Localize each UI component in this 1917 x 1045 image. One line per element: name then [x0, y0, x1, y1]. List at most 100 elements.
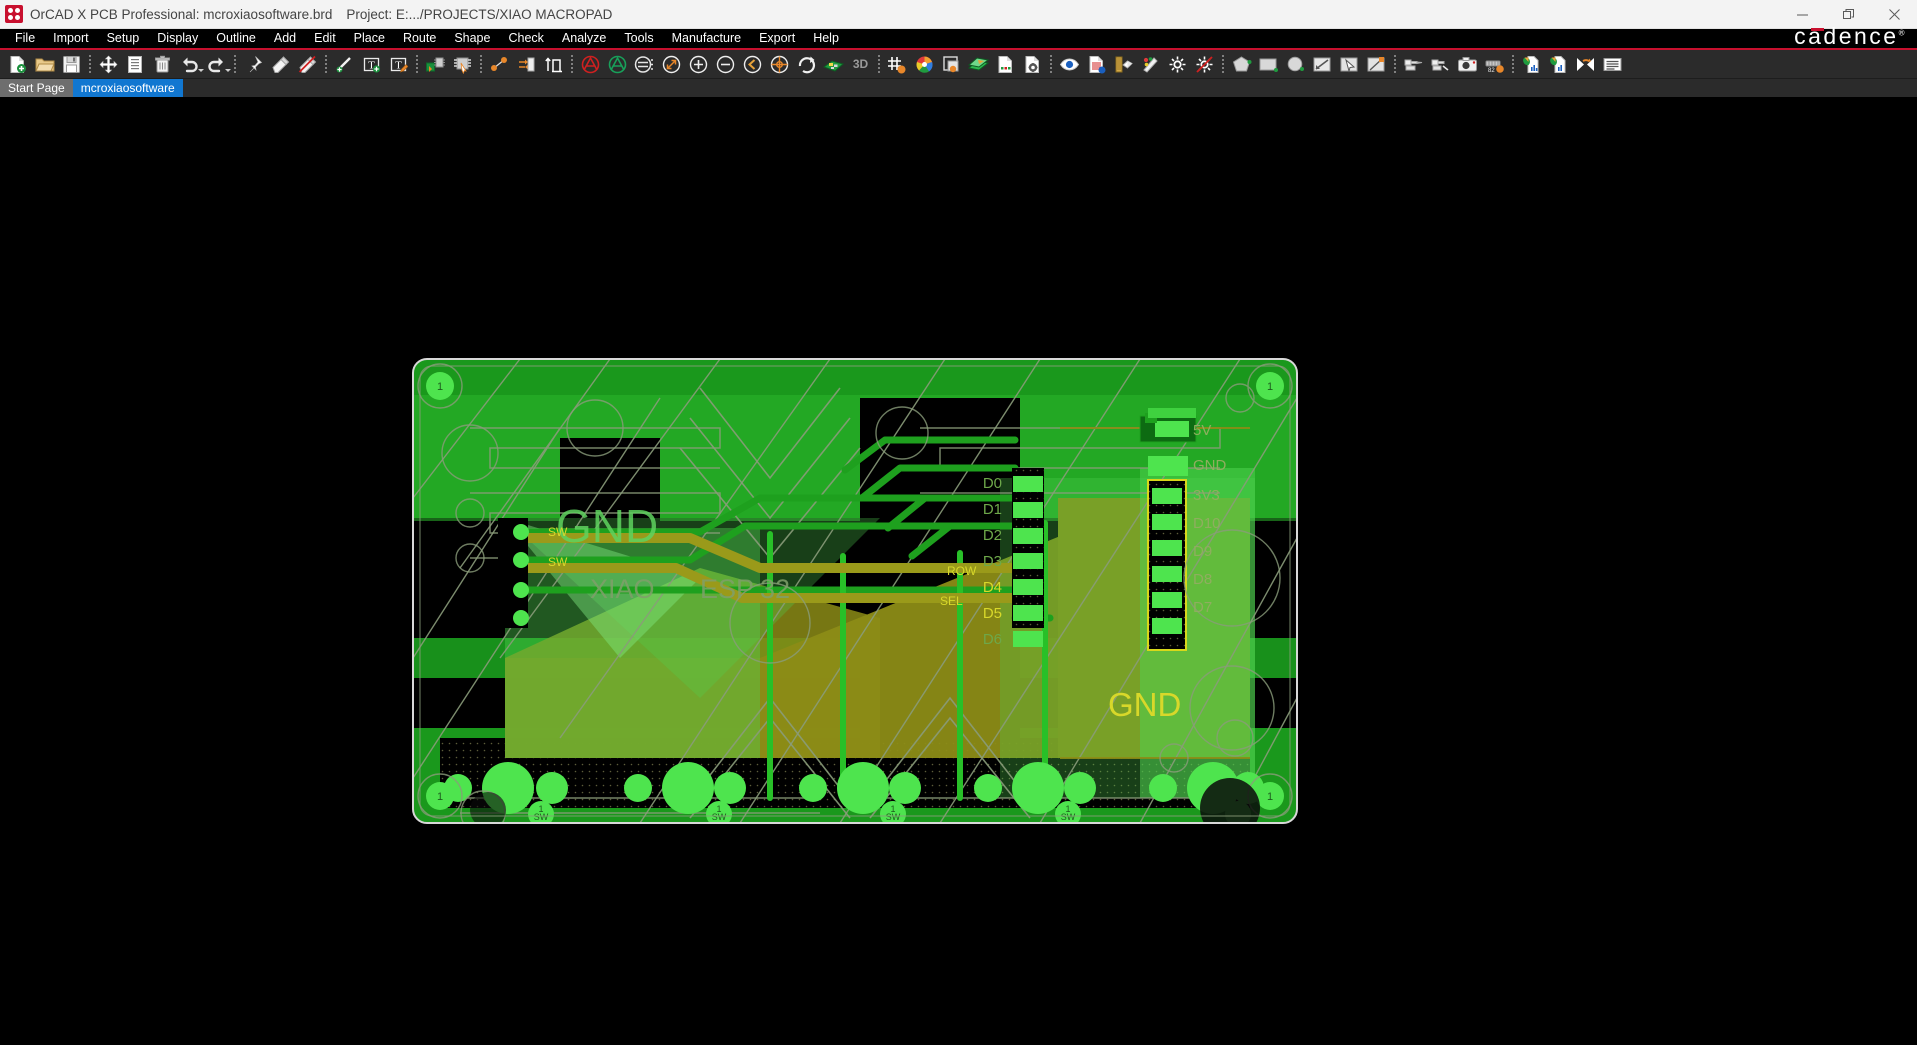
move-icon[interactable] [96, 52, 121, 77]
refresh-icon[interactable] [794, 52, 819, 77]
zoom-previous-icon[interactable] [740, 52, 765, 77]
dimension-icon[interactable] [659, 52, 684, 77]
toolbar-separator [1222, 54, 1224, 74]
shape-circle-icon[interactable] [1283, 52, 1308, 77]
menu-display[interactable]: Display [148, 29, 207, 48]
svg-text:1: 1 [1267, 791, 1273, 803]
board-3d-icon[interactable] [821, 52, 846, 77]
title-bar: OrCAD X PCB Professional: mcroxiaosoftwa… [0, 0, 1917, 29]
undo-icon[interactable] [177, 52, 204, 77]
dehighlight-icon[interactable] [1192, 52, 1217, 77]
open-folder-icon[interactable] [32, 52, 57, 77]
main-toolbar: T T 3D 82 [0, 50, 1917, 79]
swap-export-icon[interactable] [1573, 52, 1598, 77]
cadence-wordmark: cadence [1794, 23, 1899, 49]
menu-setup[interactable]: Setup [98, 29, 149, 48]
menu-outline[interactable]: Outline [207, 29, 265, 48]
nc-drill-icon[interactable] [1428, 52, 1453, 77]
menu-manufacture[interactable]: Manufacture [663, 29, 750, 48]
zoom-in-icon[interactable] [686, 52, 711, 77]
redo-icon[interactable] [204, 52, 231, 77]
highlight-icon[interactable] [1165, 52, 1190, 77]
tab-start-page[interactable]: Start Page [0, 79, 73, 97]
drill-legend-icon[interactable] [1401, 52, 1426, 77]
menu-shape[interactable]: Shape [445, 29, 499, 48]
grid-toggle-icon[interactable] [885, 52, 910, 77]
toolbar-separator [1050, 54, 1052, 74]
eraser-slash-icon[interactable] [295, 52, 320, 77]
menu-tools[interactable]: Tools [615, 29, 662, 48]
menu-file[interactable]: File [6, 29, 44, 48]
artwork-icon[interactable]: 82 [1482, 52, 1507, 77]
swap-pins-icon[interactable] [514, 52, 539, 77]
svg-text:SW: SW [534, 812, 549, 822]
place-component-icon[interactable] [423, 52, 448, 77]
show-element-icon[interactable] [1057, 52, 1082, 77]
add-line-icon[interactable] [332, 52, 357, 77]
ratsnest-on-icon[interactable] [605, 52, 630, 77]
menu-place[interactable]: Place [345, 29, 394, 48]
properties-icon[interactable] [1020, 52, 1045, 77]
subclass-icon[interactable] [966, 52, 991, 77]
edit-text-icon[interactable]: T [386, 52, 411, 77]
pcb-design-canvas[interactable]: 1 SW 2 GND 1 SW 2 GND 1 SW 2 GND 1 SW 2 GND [0, 98, 1917, 1045]
save-icon[interactable] [59, 52, 84, 77]
pin-label-d9: D9 [1193, 543, 1212, 560]
chart-report-icon[interactable] [1519, 52, 1544, 77]
report-icon[interactable] [993, 52, 1018, 77]
list-view-icon[interactable] [1600, 52, 1625, 77]
shape-rectangle-icon[interactable] [1256, 52, 1281, 77]
menu-route[interactable]: Route [394, 29, 445, 48]
menu-edit[interactable]: Edit [305, 29, 345, 48]
layer-select-icon[interactable] [939, 52, 964, 77]
quickplace-icon[interactable] [450, 52, 475, 77]
copy-icon[interactable] [123, 52, 148, 77]
color-wheel-icon[interactable] [912, 52, 937, 77]
svg-text:GND: GND [647, 833, 668, 843]
pin-icon[interactable] [241, 52, 266, 77]
color-palette-icon[interactable] [1138, 52, 1163, 77]
delete-trash-icon[interactable] [150, 52, 175, 77]
label-3d-text: 3D [852, 57, 869, 71]
select-rect-icon[interactable] [1337, 52, 1362, 77]
svg-text:2: 2 [478, 825, 483, 835]
menu-export[interactable]: Export [750, 29, 804, 48]
shape-path-icon[interactable] [1310, 52, 1335, 77]
silk-refdes-esp: ESP [700, 574, 754, 604]
net-schedule-icon[interactable] [487, 52, 512, 77]
measure-icon[interactable] [632, 52, 657, 77]
menu-analyze[interactable]: Analyze [553, 29, 615, 48]
cross-probe-icon[interactable] [1111, 52, 1136, 77]
orcad-app-icon [5, 5, 23, 23]
screenshot-icon[interactable] [1455, 52, 1480, 77]
pin-label-d2: D2 [983, 527, 1002, 544]
chart-export-icon[interactable] [1546, 52, 1571, 77]
menu-bar: File Import Setup Display Outline Add Ed… [0, 23, 1917, 50]
shape-polygon-icon[interactable] [1229, 52, 1254, 77]
net-label-gnd-top: GND [556, 500, 658, 552]
new-file-icon[interactable] [5, 52, 30, 77]
redo-dropdown-caret[interactable] [225, 68, 231, 72]
constraint-manager-icon[interactable] [1084, 52, 1109, 77]
tab-mcroxiaosoftware[interactable]: mcroxiaosoftware [72, 79, 183, 97]
zoom-center-icon[interactable] [767, 52, 792, 77]
label-3d[interactable]: 3D [848, 52, 873, 77]
zoom-out-icon[interactable] [713, 52, 738, 77]
menu-add[interactable]: Add [265, 29, 305, 48]
component-height-icon[interactable] [541, 52, 566, 77]
add-text-icon[interactable]: T [359, 52, 384, 77]
eraser-icon[interactable] [268, 52, 293, 77]
toolbar-separator [480, 54, 482, 74]
toolbar-separator [1512, 54, 1514, 74]
menu-check[interactable]: Check [499, 29, 552, 48]
select-poly-icon[interactable] [1364, 52, 1389, 77]
window-title: OrCAD X PCB Professional: mcroxiaosoftwa… [30, 6, 333, 22]
menu-import[interactable]: Import [44, 29, 97, 48]
toolbar-separator [878, 54, 880, 74]
pcb-board-graphic[interactable]: 1SW 2GND 1SW 2GND 1SW 2GND 1SW 2GND 1 1 … [0, 98, 1917, 1045]
menu-help[interactable]: Help [804, 29, 848, 48]
toolbar-separator [416, 54, 418, 74]
pin-label-d10: D10 [1193, 515, 1221, 532]
pin-label-d8: D8 [1193, 571, 1212, 588]
ratsnest-off-icon[interactable] [578, 52, 603, 77]
